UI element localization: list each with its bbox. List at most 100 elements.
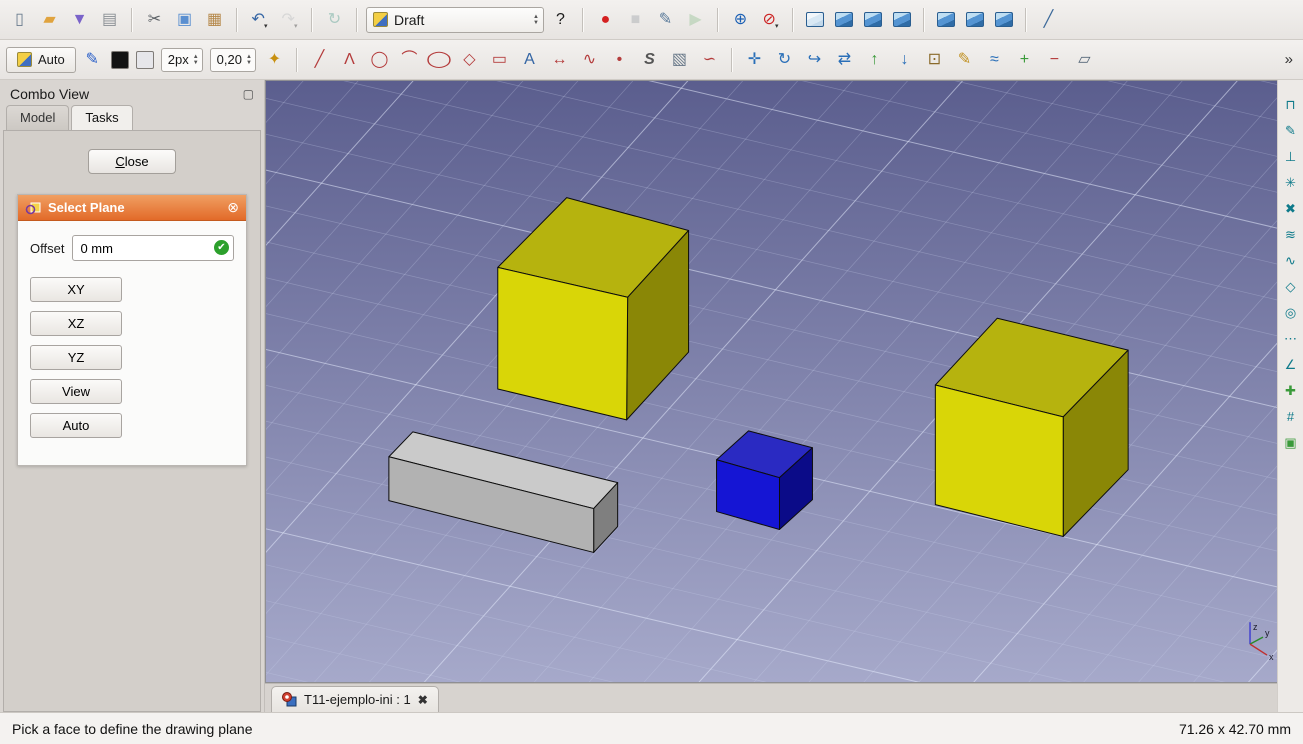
snap-parallel-icon[interactable]: ≋ [1281,224,1301,244]
copy-icon[interactable]: ▣ [171,6,198,33]
zoom-icon[interactable]: ⊕ [727,6,754,33]
snap-dimensions-icon[interactable]: # [1281,406,1301,426]
construction-mode-icon[interactable]: ✎ [79,46,106,73]
combo-view-tabs: Model Tasks [0,105,264,130]
draft-scale-icon[interactable]: ⊡ [921,46,948,73]
redo-icon[interactable]: ↷ ▾ [276,6,303,33]
snap-endpoint-icon[interactable]: ✎ [1281,120,1301,140]
save-icon[interactable]: ▼ [66,6,93,33]
snap-toolbar: ⊓ ✎ ⊥ ✳ ✖ ≋ ∿ ◇ ◎ ⋯ ∠ ✚ # ▣ [1277,80,1303,712]
view-front-icon[interactable] [835,12,853,27]
draft-shape2dview-icon[interactable]: ▱ [1071,46,1098,73]
toolbar-separator [1025,7,1027,32]
snap-intersection-icon[interactable]: ✖ [1281,198,1301,218]
draft-downgrade-icon[interactable]: ↓ [891,46,918,73]
view-bottom-icon[interactable] [966,12,984,27]
draft-add-point-icon[interactable]: + [1011,46,1038,73]
3d-viewport[interactable]: zy x [265,80,1277,683]
draft-wire-icon[interactable]: Λ [336,46,363,73]
draft-dimension-icon[interactable]: ↔ [546,46,573,73]
close-tab-icon[interactable]: ✖ [418,693,428,707]
draft-circle-icon[interactable]: ◯ [366,46,393,73]
undo-icon[interactable]: ↶ ▾ [246,6,273,33]
draft-edit-icon[interactable]: ✎ [951,46,978,73]
paste-icon[interactable]: ▦ [201,6,228,33]
draft-point-icon[interactable]: • [606,46,633,73]
draft-bspline-icon[interactable]: ∿ [576,46,603,73]
snap-working-plane-icon[interactable]: ▣ [1281,432,1301,452]
document-tab[interactable]: T11-ejemplo-ini : 1 ✖ [271,686,439,712]
draw-style-icon[interactable]: ⊘ ▾ [757,6,784,33]
draft-polygon-icon[interactable]: ◇ [456,46,483,73]
draft-bezier-icon[interactable]: ∽ [696,46,723,73]
snap-lock-icon[interactable]: ⊓ [1281,94,1301,114]
print-icon[interactable]: ▤ [96,6,123,33]
viewport-scene[interactable]: zy x [266,81,1277,682]
macro-edit-icon[interactable]: ✎ [652,6,679,33]
draft-facebinder-icon[interactable]: ▧ [666,46,693,73]
tab-model[interactable]: Model [6,105,70,130]
view-right-icon[interactable] [893,12,911,27]
snap-special-icon[interactable]: ⋯ [1281,328,1301,348]
tab-tasks[interactable]: Tasks [71,105,133,130]
macro-record-icon[interactable]: ● [592,6,619,33]
plane-buttons: XY XZ YZ View Auto [30,277,234,438]
whats-this-icon[interactable]: ? [547,6,574,33]
view-top-icon[interactable] [864,12,882,27]
apply-style-icon[interactable]: ✦ [261,46,288,73]
draft-trimex-icon[interactable]: ⇄ [831,46,858,73]
snap-extension-icon[interactable]: ◇ [1281,276,1301,296]
draft-delete-point-icon[interactable]: − [1041,46,1068,73]
plane-button-xy[interactable]: XY [30,277,122,302]
draft-arc-icon[interactable]: ⌒ [396,46,423,73]
draft-wire-to-bspline-icon[interactable]: ≈ [981,46,1008,73]
draft-rotate-icon[interactable]: ↻ [771,46,798,73]
toolbar-overflow-chevron[interactable]: » [1285,51,1297,68]
close-task-button[interactable]: Close [88,149,176,174]
text-scale-spinner[interactable]: 0,20 ▲ ▼ [209,47,256,72]
draft-upgrade-icon[interactable]: ↑ [861,46,888,73]
blue-cube[interactable] [716,430,813,531]
snap-near-icon[interactable]: ∿ [1281,250,1301,270]
draft-ellipse-icon[interactable]: ◯ [426,46,453,73]
plane-button-xz[interactable]: XZ [30,311,122,336]
select-plane-header[interactable]: Select Plane ⊗ [18,195,246,221]
view-left-icon[interactable] [995,12,1013,27]
refresh-icon[interactable]: ↻ [321,6,348,33]
snap-center-icon[interactable]: ◎ [1281,302,1301,322]
draft-rectangle-icon[interactable]: ▭ [486,46,513,73]
new-document-icon[interactable]: ▯ [6,6,33,33]
draft-autoplane-button[interactable]: Auto [6,46,76,73]
snap-angle-icon[interactable]: ∠ [1281,354,1301,374]
plane-button-yz[interactable]: YZ [30,345,122,370]
status-message: Pick a face to define the drawing plane [12,720,253,737]
gray-bar[interactable] [388,431,619,553]
view-rear-icon[interactable] [937,12,955,27]
yellow-box-right[interactable] [934,317,1129,537]
view-isometric-icon[interactable] [806,12,824,27]
line-color-swatch[interactable] [110,50,129,69]
snap-grid-icon[interactable]: ✳ [1281,172,1301,192]
snap-midpoint-icon[interactable]: ✚ [1281,380,1301,400]
draft-shapestring-icon[interactable]: S [636,46,663,73]
face-color-swatch[interactable] [135,50,154,69]
cut-icon[interactable]: ✂ [141,6,168,33]
plane-button-view[interactable]: View [30,379,122,404]
draft-move-icon[interactable]: ✛ [741,46,768,73]
macro-play-icon[interactable]: ▶ [682,6,709,33]
macro-stop-icon[interactable]: ■ [622,6,649,33]
plane-button-auto[interactable]: Auto [30,413,122,438]
draft-offset-icon[interactable]: ↪ [801,46,828,73]
workbench-selector[interactable]: Draft ▲ ▼ [366,6,544,33]
collapse-panel-icon[interactable]: ⊗ [227,199,239,216]
open-folder-icon[interactable]: ▰ [36,6,63,33]
offset-input[interactable] [72,235,234,261]
toolbar-separator [356,7,358,32]
draft-line-icon[interactable]: ╱ [306,46,333,73]
measure-distance-icon[interactable]: ╱ [1035,6,1062,33]
snap-perpendicular-icon[interactable]: ⊥ [1281,146,1301,166]
draft-text-icon[interactable]: A [516,46,543,73]
line-width-spinner[interactable]: 2px ▲ ▼ [160,47,203,72]
valid-check-icon: ✔ [214,240,229,255]
float-panel-icon[interactable]: ▢ [243,87,254,101]
